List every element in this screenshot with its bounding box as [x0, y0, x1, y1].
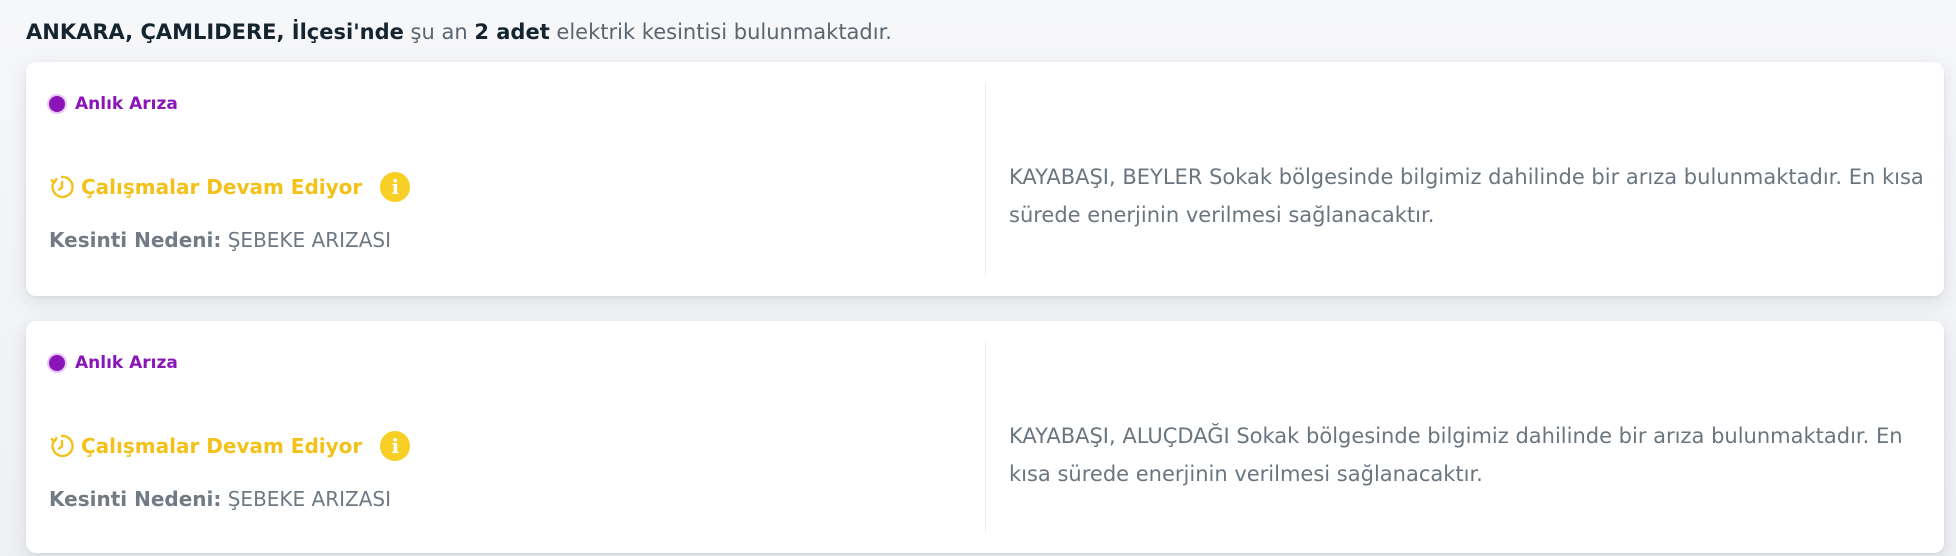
info-icon[interactable]: i — [380, 431, 411, 461]
outage-description: KAYABAŞI, ALUÇDAĞI Sokak bölgesinde bilg… — [1009, 424, 1903, 486]
info-icon[interactable]: i — [380, 172, 411, 202]
card-divider — [985, 341, 986, 533]
outage-reason: Kesinti Nedeni: ŞEBEKE ARIZASI — [49, 487, 391, 511]
type-dot-icon — [49, 96, 65, 112]
summary-location: ANKARA, ÇAMLIDERE, İlçesi'nde — [26, 20, 404, 44]
summary-count: 2 adet — [474, 20, 550, 44]
outage-card: Anlık Arıza Çalışmalar Devam Ediyor i Ke… — [26, 62, 1944, 296]
reason-value: ŞEBEKE ARIZASI — [227, 228, 391, 252]
in-progress-clock-icon — [49, 174, 75, 200]
outage-status: Çalışmalar Devam Ediyor i — [49, 172, 411, 202]
reason-label: Kesinti Nedeni: — [49, 487, 222, 511]
outage-card: Anlık Arıza Çalışmalar Devam Ediyor i Ke… — [26, 321, 1944, 553]
reason-label: Kesinti Nedeni: — [49, 228, 222, 252]
outage-status-text: Çalışmalar Devam Ediyor — [81, 434, 363, 458]
card-divider — [985, 82, 986, 276]
type-dot-icon — [49, 355, 65, 371]
outage-description: KAYABAŞI, BEYLER Sokak bölgesinde bilgim… — [1009, 165, 1924, 227]
outage-type-badge: Anlık Arıza — [49, 353, 178, 373]
outage-type-label: Anlık Arıza — [75, 353, 178, 373]
reason-value: ŞEBEKE ARIZASI — [227, 487, 391, 511]
outage-status-text: Çalışmalar Devam Ediyor — [81, 175, 363, 199]
outage-type-badge: Anlık Arıza — [49, 94, 178, 114]
outage-type-label: Anlık Arıza — [75, 94, 178, 114]
outage-reason: Kesinti Nedeni: ŞEBEKE ARIZASI — [49, 228, 391, 252]
outage-status: Çalışmalar Devam Ediyor i — [49, 431, 411, 461]
in-progress-clock-icon — [49, 433, 75, 459]
summary-text-after: elektrik kesintisi bulunmaktadır. — [549, 20, 892, 44]
summary-text-before: şu an — [403, 20, 475, 44]
outage-summary: ANKARA, ÇAMLIDERE, İlçesi'nde şu an 2 ad… — [26, 18, 892, 46]
